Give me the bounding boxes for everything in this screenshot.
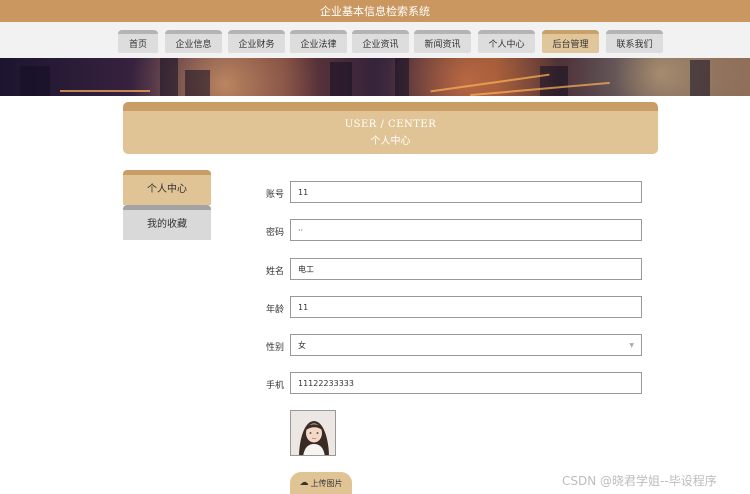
nav-item-news[interactable]: 新闻资讯 — [414, 30, 471, 53]
cloud-upload-icon: ☁ — [299, 478, 309, 488]
phone-label: 手机 — [265, 381, 284, 391]
account-label: 账号 — [265, 190, 284, 200]
gender-label: 性别 — [265, 343, 284, 353]
nav-item-company-finance[interactable]: 企业财务 — [228, 30, 285, 53]
chevron-down-icon: ▼ — [629, 341, 634, 349]
city-banner — [0, 58, 750, 96]
avatar-image — [290, 410, 336, 456]
password-field[interactable]: ·· — [290, 219, 642, 241]
sidebar-item-personal-center[interactable]: 个人中心 — [123, 170, 211, 205]
main-nav: 首页 企业信息 企业财务 企业法律 企业资讯 新闻资讯 个人中心 后台管理 联系… — [0, 22, 750, 58]
nav-item-admin[interactable]: 后台管理 — [542, 30, 599, 53]
account-field[interactable]: 11 — [290, 181, 642, 203]
sidebar-item-favorites[interactable]: 我的收藏 — [123, 205, 211, 240]
site-title: 企业基本信息检索系统 — [0, 0, 750, 22]
gender-value: 女 — [298, 340, 306, 350]
nav-item-company-info[interactable]: 企业信息 — [165, 30, 222, 53]
nav-item-home[interactable]: 首页 — [118, 30, 158, 53]
page-header-panel: USER / CENTER 个人中心 — [123, 102, 658, 154]
page-title-en: USER / CENTER — [344, 118, 437, 130]
age-field[interactable]: 11 — [290, 296, 642, 318]
password-label: 密码 — [265, 228, 284, 238]
watermark: CSDN @晓君学姐--毕设程序 — [562, 474, 717, 488]
nav-item-company-law[interactable]: 企业法律 — [290, 30, 347, 53]
nav-item-company-news[interactable]: 企业资讯 — [352, 30, 409, 53]
nav-item-contact[interactable]: 联系我们 — [606, 30, 663, 53]
upload-button-label: 上传图片 — [310, 478, 343, 488]
upload-image-button[interactable]: ☁ 上传图片 — [290, 472, 352, 494]
nav-item-personal-center[interactable]: 个人中心 — [478, 30, 535, 53]
age-label: 年龄 — [265, 305, 284, 315]
name-label: 姓名 — [265, 267, 284, 277]
gender-select[interactable]: 女 ▼ — [290, 334, 642, 356]
name-field[interactable]: 电工 — [290, 258, 642, 280]
page-title-cn: 个人中心 — [370, 135, 411, 147]
phone-field[interactable]: 11122233333 — [290, 372, 642, 394]
